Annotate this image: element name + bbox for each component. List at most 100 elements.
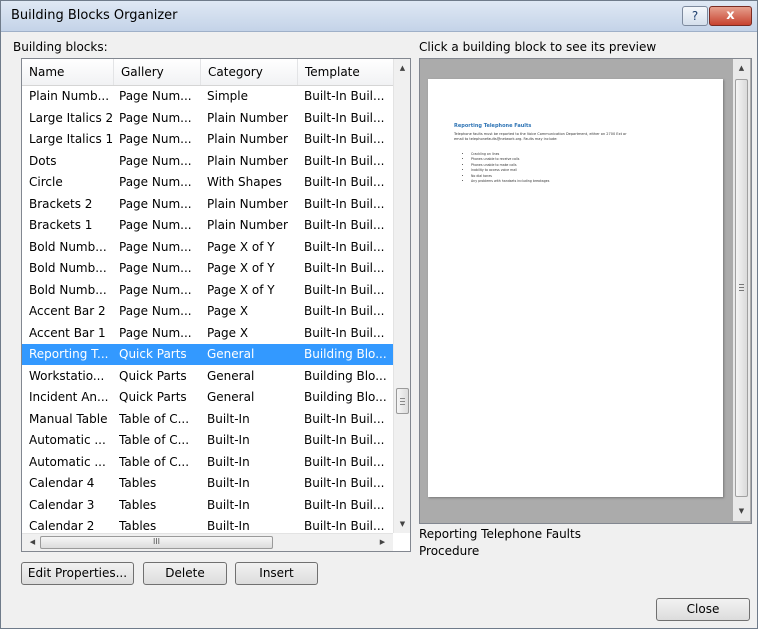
cell-name: Incident An... (29, 390, 109, 404)
list-item[interactable]: Incident An... Quick Parts General Building… (22, 387, 393, 408)
list-item[interactable]: Workstatio... Quick Parts General Building … (22, 366, 393, 387)
cell-category: Plain Number (207, 196, 288, 211)
cell-name: Reporting T... (29, 347, 109, 361)
cell-name: Dots (29, 153, 57, 168)
list-scroll-thumb[interactable] (396, 388, 409, 414)
list-item[interactable]: Bold Numb... Page Num... Page X of Y Built-… (22, 280, 393, 301)
list-item[interactable]: Bold Numb... Page Num... Page X of Y Built-… (22, 237, 393, 258)
list-item[interactable]: Accent Bar 1 Page Num... Page X Built-In Bu… (22, 323, 393, 344)
cell-gallery: Quick Parts (119, 368, 187, 383)
list-item[interactable]: Calendar 3 Tables Built-In Built-In Buil... (22, 495, 393, 516)
list-item[interactable]: Calendar 4 Tables Built-In Built-In Buil... (22, 473, 393, 494)
list-item[interactable]: Large Italics 1 Page Num... Plain Number Bu… (22, 129, 393, 150)
preview-bullet: Any problems with handsets including bre… (471, 179, 549, 184)
scroll-left-arrow-icon[interactable]: ◀ (24, 534, 41, 551)
cell-category: General (207, 347, 255, 361)
building-blocks-organizer-dialog: Building Blocks Organizer ? x Building b… (0, 0, 758, 629)
column-header-name[interactable]: Name (22, 59, 114, 85)
preview-page: Reporting Telephone Faults Telephone fau… (428, 79, 723, 497)
cell-template: Building Blo... (304, 347, 387, 361)
cell-template: Built-In Buil... (304, 110, 385, 125)
list-item[interactable]: Brackets 1 Page Num... Plain Number Built-I… (22, 215, 393, 236)
cell-category: Plain Number (207, 110, 288, 125)
help-button[interactable]: ? (682, 6, 708, 26)
delete-button[interactable]: Delete (143, 562, 227, 585)
cell-name: Bold Numb... (29, 282, 107, 297)
cell-gallery: Page Num... (119, 110, 192, 125)
cell-gallery: Page Num... (119, 218, 192, 232)
list-item[interactable]: Accent Bar 2 Page Num... Page X Built-In Bu… (22, 301, 393, 322)
cell-name: Calendar 3 (29, 497, 95, 512)
cell-gallery: Quick Parts (119, 347, 187, 361)
preview-vertical-scrollbar[interactable]: ▲ ▼ (733, 59, 750, 521)
cell-template: Built-In Buil... (304, 153, 385, 168)
column-header-template[interactable]: Template (298, 59, 393, 85)
list-item[interactable]: Manual Table Table of C... Built-In Built-I… (22, 409, 393, 430)
preview-doc-bullets: Crackling on lines Phones unable to rece… (465, 152, 549, 184)
close-window-button[interactable]: x (709, 6, 752, 26)
cell-category: With Shapes (207, 175, 282, 189)
cell-gallery: Table of C... (119, 411, 190, 426)
insert-button[interactable]: Insert (235, 562, 318, 585)
list-item[interactable]: Automatic ... Table of C... Built-In Built-… (22, 452, 393, 473)
cell-gallery: Page Num... (119, 239, 192, 254)
cell-category: Page X of Y (207, 282, 275, 297)
building-blocks-label: Building blocks: (13, 40, 108, 54)
title-bar: Building Blocks Organizer ? x (1, 1, 757, 32)
column-header-gallery[interactable]: Gallery (114, 59, 201, 85)
list-vertical-scrollbar[interactable]: ▲ ▼ (393, 59, 410, 533)
list-item[interactable]: Plain Numb... Page Num... Simple Built-In … (22, 86, 393, 107)
dialog-title: Building Blocks Organizer (11, 8, 178, 23)
scroll-up-arrow-icon[interactable]: ▲ (394, 60, 410, 77)
cell-gallery: Tables (119, 497, 157, 512)
cell-name: Accent Bar 2 (29, 304, 106, 318)
cell-category: General (207, 390, 255, 404)
cell-category: Simple (207, 89, 248, 103)
scroll-down-arrow-icon[interactable]: ▼ (394, 516, 410, 533)
list-item[interactable]: Reporting T... Quick Parts General Building… (22, 344, 393, 365)
cell-template: Built-In Buil... (304, 325, 385, 340)
cell-category: Built-In (207, 454, 250, 469)
preview-scroll-up-arrow-icon[interactable]: ▲ (733, 60, 750, 77)
close-button[interactable]: Close (656, 598, 750, 621)
cell-category: Built-In (207, 476, 250, 490)
cell-gallery: Page Num... (119, 89, 192, 103)
preview-label: Click a building block to see its previe… (419, 40, 657, 54)
list-horizontal-thumb[interactable]: III (40, 536, 273, 549)
cell-name: Large Italics 1 (29, 132, 114, 146)
cell-name: Plain Numb... (29, 89, 110, 103)
cell-gallery: Page Num... (119, 132, 192, 146)
preview-scroll-thumb[interactable] (735, 79, 748, 497)
list-item[interactable]: Brackets 2 Page Num... Plain Number Built-I… (22, 194, 393, 215)
cell-name: Bold Numb... (29, 261, 107, 275)
cell-gallery: Page Num... (119, 196, 192, 211)
column-header-category[interactable]: Category (201, 59, 298, 85)
edit-properties-button[interactable]: Edit Properties... (21, 562, 134, 585)
cell-category: Page X of Y (207, 261, 275, 275)
scroll-right-arrow-icon[interactable]: ▶ (374, 534, 391, 551)
cell-name: Brackets 1 (29, 218, 93, 232)
building-blocks-list[interactable]: Name Gallery Category Template Plain Num… (21, 58, 411, 552)
cell-template: Building Blo... (304, 368, 387, 383)
list-item[interactable]: Circle Page Num... With Shapes Built-In Bui… (22, 172, 393, 193)
cell-template: Built-In Buil... (304, 476, 385, 490)
preview-doc-text-line1: Telephone faults must be reported to the… (454, 132, 627, 136)
preview-block-description: Procedure (419, 544, 480, 558)
list-item[interactable]: Large Italics 2 Page Num... Plain Number Bu… (22, 108, 393, 129)
preview-scroll-down-arrow-icon[interactable]: ▼ (733, 503, 750, 520)
cell-template: Built-In Buil... (304, 239, 385, 254)
list-header: Name Gallery Category Template (22, 59, 393, 86)
cell-name: Manual Table (29, 411, 108, 426)
list-item[interactable]: Bold Numb... Page Num... Page X of Y Built-… (22, 258, 393, 279)
list-horizontal-scrollbar[interactable]: ◀ III ▶ (22, 533, 393, 551)
cell-category: Page X of Y (207, 239, 275, 254)
list-item[interactable]: Automatic ... Table of C... Built-In Built-… (22, 430, 393, 451)
list-item[interactable]: Dots Page Num... Plain Number Built-In Buil… (22, 151, 393, 172)
cell-gallery: Table of C... (119, 433, 190, 447)
preview-doc-text-line2: email to telephonefaults@network.org. Fa… (454, 137, 558, 141)
cell-category: Plain Number (207, 132, 288, 146)
cell-gallery: Page Num... (119, 175, 192, 189)
cell-template: Built-In Buil... (304, 411, 385, 426)
preview-pane: Reporting Telephone Faults Telephone fau… (419, 58, 752, 524)
preview-block-name: Reporting Telephone Faults (419, 527, 581, 541)
